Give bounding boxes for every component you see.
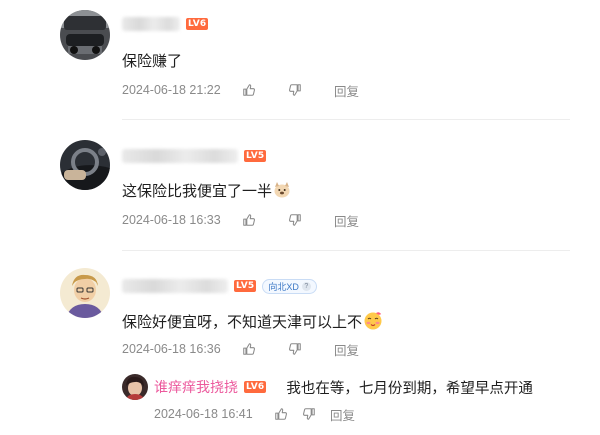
username-blurred[interactable] bbox=[122, 149, 238, 163]
sub-reply-meta: 2024-06-18 16:41 回复 bbox=[154, 405, 355, 423]
comment-text: 保险好便宜呀，不知道天津可以上不 bbox=[122, 311, 383, 335]
level-badge: LV6 bbox=[244, 381, 267, 393]
thumbs-up-icon[interactable] bbox=[242, 342, 256, 356]
username-row: LV6 bbox=[122, 15, 209, 33]
comment-text: 这保险比我便宜了一半 bbox=[122, 180, 291, 203]
blushing-face-emoji-icon bbox=[363, 311, 383, 335]
avatar[interactable] bbox=[122, 374, 148, 400]
reply-button[interactable]: 回复 bbox=[330, 405, 355, 424]
thumbs-up-icon[interactable] bbox=[242, 83, 256, 97]
reply-button[interactable]: 回复 bbox=[334, 340, 359, 359]
comment-meta: 2024-06-18 16:33 回复 bbox=[122, 211, 359, 229]
thumbs-down-icon[interactable] bbox=[288, 83, 302, 97]
fan-tag-label: 向北XD bbox=[268, 281, 299, 292]
comment-time: 2024-06-18 16:33 bbox=[122, 213, 221, 227]
comment-text: 保险赚了 bbox=[122, 53, 183, 70]
avatar[interactable] bbox=[60, 10, 110, 60]
level-badge: LV5 bbox=[234, 280, 257, 292]
comment-time: 2024-06-18 16:36 bbox=[122, 342, 221, 356]
sub-reply-row: 谁痒痒我挠挠 LV6 我也在等，七月份到期，希望早点开通 bbox=[154, 377, 533, 397]
comment-text-content: 这保险比我便宜了一半 bbox=[122, 183, 273, 200]
comment-text-content: 保险好便宜呀，不知道天津可以上不 bbox=[122, 314, 363, 331]
reply-button[interactable]: 回复 bbox=[334, 211, 359, 230]
sub-reply-username[interactable]: 谁痒痒我挠挠 bbox=[154, 377, 238, 397]
divider bbox=[122, 119, 570, 120]
dog-face-emoji-icon bbox=[273, 181, 291, 203]
comment-time: 2024-06-18 21:22 bbox=[122, 83, 221, 97]
thumbs-up-icon[interactable] bbox=[274, 407, 288, 421]
avatar[interactable] bbox=[60, 268, 110, 318]
level-badge: LV6 bbox=[186, 18, 209, 30]
divider bbox=[122, 250, 570, 251]
username-row: LV5 向北XD ? bbox=[122, 277, 317, 295]
thumbs-up-icon[interactable] bbox=[242, 213, 256, 227]
username-blurred[interactable] bbox=[122, 17, 180, 31]
thumbs-down-icon[interactable] bbox=[302, 407, 316, 421]
comment-time: 2024-06-18 16:41 bbox=[154, 407, 253, 421]
comment-meta: 2024-06-18 21:22 回复 bbox=[122, 81, 359, 99]
help-icon[interactable]: ? bbox=[301, 281, 311, 291]
avatar[interactable] bbox=[60, 140, 110, 190]
fan-tag[interactable]: 向北XD ? bbox=[262, 278, 317, 294]
reply-button[interactable]: 回复 bbox=[334, 81, 359, 100]
thumbs-down-icon[interactable] bbox=[288, 213, 302, 227]
thumbs-down-icon[interactable] bbox=[288, 342, 302, 356]
username-row: LV5 bbox=[122, 147, 267, 165]
username-blurred[interactable] bbox=[122, 279, 228, 293]
sub-reply-text: 我也在等，七月份到期，希望早点开通 bbox=[286, 380, 533, 397]
level-badge: LV5 bbox=[244, 150, 267, 162]
comment-meta: 2024-06-18 16:36 回复 bbox=[122, 340, 359, 358]
